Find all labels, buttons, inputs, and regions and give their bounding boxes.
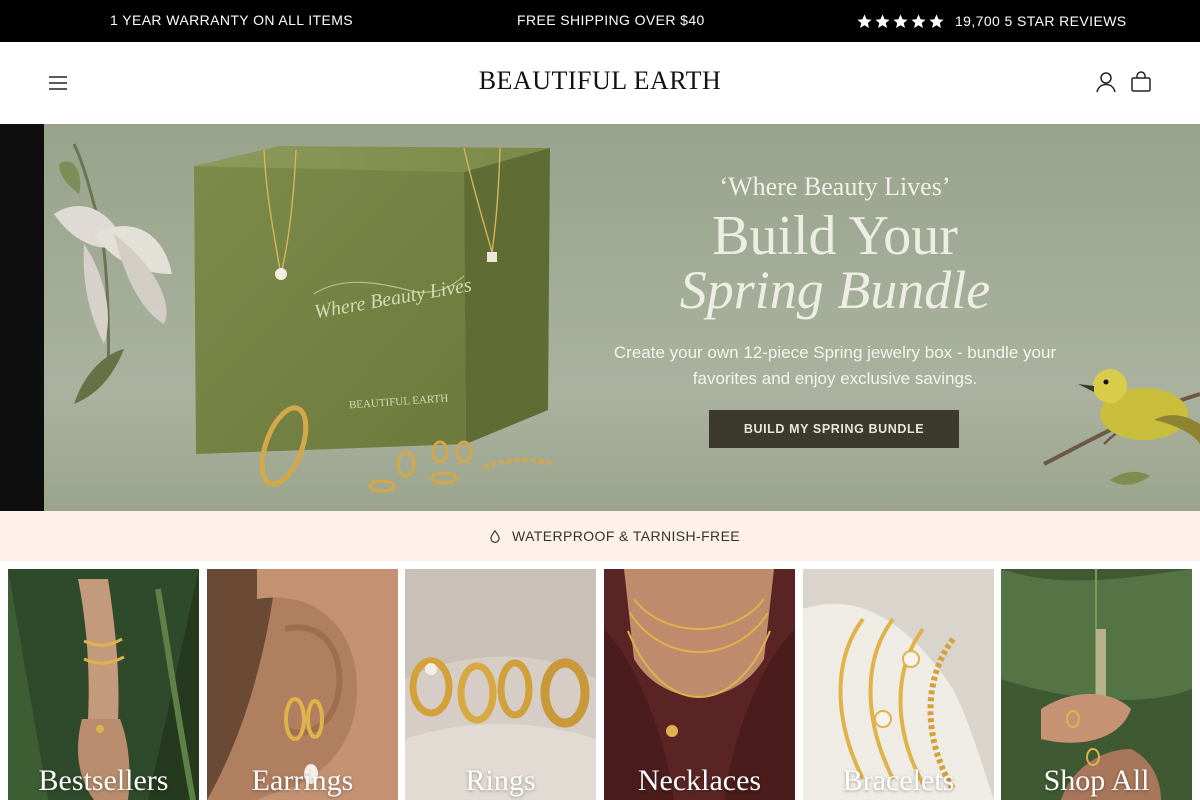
announcement-bar: 1 YEAR WARRANTY ON ALL ITEMS FREE SHIPPI…	[0, 0, 1200, 42]
cart-button[interactable]	[1129, 70, 1153, 94]
rating-stars	[856, 13, 945, 30]
category-tile-shop-all[interactable]: Shop All	[1001, 569, 1192, 800]
shopping-bag-icon	[1131, 71, 1151, 92]
hero-title-line-2: Spring Bundle	[679, 260, 991, 320]
user-account-icon	[1096, 72, 1116, 93]
site-logo[interactable]: BEAUTIFUL EARTH	[0, 66, 1200, 96]
category-tile-rings[interactable]: Rings	[405, 569, 596, 800]
category-tile-necklaces[interactable]: Necklaces	[604, 569, 795, 800]
category-label: Shop All	[1043, 764, 1150, 797]
category-label: Necklaces	[637, 764, 762, 797]
build-bundle-button[interactable]: BUILD MY SPRING BUNDLE	[709, 410, 959, 448]
water-drop-icon	[490, 529, 500, 543]
feature-item: WATERPROOF & TARNISH-FREE	[488, 511, 740, 561]
shipping-message: FREE SHIPPING OVER $40	[517, 12, 705, 28]
category-tile-bestsellers[interactable]: Bestsellers	[8, 569, 199, 800]
category-tile-earrings[interactable]: Earrings	[207, 569, 398, 800]
star-icon	[929, 13, 944, 28]
reviews-count: 19,700 5 STAR REVIEWS	[955, 13, 1127, 29]
feature-text: WATERPROOF & TARNISH-FREE	[512, 528, 741, 544]
account-button[interactable]	[1094, 70, 1118, 94]
category-label: Bracelets	[842, 764, 955, 797]
hero-banner[interactable]: Where Beauty Lives BEAUTIFUL EARTH ‘Wher…	[0, 124, 1200, 511]
star-icon	[911, 13, 926, 28]
lily-flower-illustration	[54, 143, 172, 404]
reviews-message[interactable]: 19,700 5 STAR REVIEWS	[856, 0, 1127, 42]
category-label: Rings	[465, 764, 536, 797]
star-icon	[875, 13, 890, 28]
jewelry-box-illustration: Where Beauty Lives BEAUTIFUL EARTH	[194, 146, 555, 493]
category-tile-bracelets[interactable]: Bracelets	[803, 569, 994, 800]
category-label: Earrings	[251, 764, 354, 797]
hero-side-strip	[0, 124, 44, 511]
hero-title: Build Your	[712, 205, 958, 267]
star-icon	[893, 13, 908, 28]
hero-subtitle: Create your own 12-piece Spring jewelry …	[613, 343, 1057, 388]
category-label: Bestsellers	[38, 764, 169, 797]
feature-bar: WATERPROOF & TARNISH-FREE	[0, 511, 1200, 561]
category-grid: Bestsellers Earrings Rings Necklaces Bra…	[0, 561, 1200, 800]
star-icon	[857, 13, 872, 28]
site-header: BEAUTIFUL EARTH	[0, 42, 1200, 124]
warranty-message: 1 YEAR WARRANTY ON ALL ITEMS	[110, 12, 354, 28]
hero-eyebrow: ‘Where Beauty Lives’	[719, 172, 951, 201]
